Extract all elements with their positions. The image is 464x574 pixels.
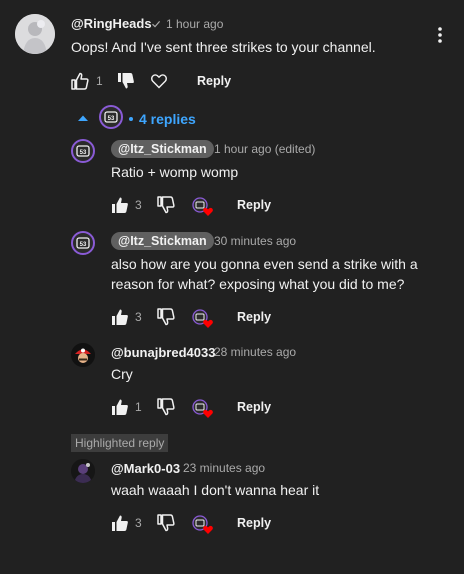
- reply-author[interactable]: @Itz_Stickman: [111, 232, 214, 250]
- creator-heart-icon[interactable]: [191, 398, 215, 420]
- like-icon[interactable]: [110, 307, 130, 327]
- reply-text: Ratio + womp womp: [111, 164, 239, 180]
- creator-heart-icon[interactable]: [191, 196, 215, 218]
- reply-time[interactable]: 23 minutes ago: [183, 461, 265, 475]
- reply-button[interactable]: Reply: [197, 74, 231, 88]
- bunajbred-avatar[interactable]: [71, 343, 95, 367]
- comment-time[interactable]: 1 hour ago: [166, 17, 223, 31]
- svg-text:53: 53: [80, 150, 87, 156]
- more-options-icon[interactable]: [432, 26, 448, 44]
- reply-time[interactable]: 30 minutes ago: [214, 234, 296, 248]
- mark0-03-avatar[interactable]: [71, 459, 95, 483]
- svg-text:53: 53: [108, 116, 115, 122]
- dislike-icon[interactable]: [116, 71, 136, 91]
- reply-button[interactable]: Reply: [237, 310, 271, 324]
- comment-text: Oops! And I've sent three strikes to you…: [71, 39, 376, 55]
- highlighted-reply-badge: Highlighted reply: [71, 434, 169, 452]
- dislike-icon[interactable]: [156, 513, 176, 533]
- creator-heart-icon[interactable]: [191, 308, 215, 330]
- reply-author[interactable]: @bunajbred4033: [111, 345, 215, 360]
- heart-icon[interactable]: [150, 72, 168, 90]
- reply-button[interactable]: Reply: [237, 516, 271, 530]
- dislike-icon[interactable]: [156, 397, 176, 417]
- reply-button[interactable]: Reply: [237, 400, 271, 414]
- creator-avatar: 53: [99, 105, 123, 129]
- like-count: 1: [135, 400, 142, 414]
- like-icon[interactable]: [110, 397, 130, 417]
- like-count: 3: [135, 198, 142, 212]
- toggle-dot: [129, 117, 133, 121]
- like-count: 3: [135, 310, 142, 324]
- like-count: 3: [135, 516, 142, 530]
- comment-author[interactable]: @RingHeads: [71, 16, 152, 31]
- reply-text: Cry: [111, 366, 133, 382]
- like-icon[interactable]: [70, 71, 90, 91]
- itz-stickman-avatar[interactable]: 53: [71, 231, 95, 255]
- caret-up-icon[interactable]: [77, 113, 89, 123]
- dislike-icon[interactable]: [156, 307, 176, 327]
- replies-count[interactable]: 4 replies: [139, 111, 196, 127]
- svg-text:53: 53: [80, 242, 87, 248]
- itz-stickman-avatar[interactable]: 53: [71, 139, 95, 163]
- verified-check-icon: [151, 19, 161, 29]
- ringheads-avatar[interactable]: [15, 14, 55, 54]
- reply-time[interactable]: 1 hour ago (edited): [214, 142, 315, 156]
- dislike-icon[interactable]: [156, 195, 176, 215]
- like-icon[interactable]: [110, 513, 130, 533]
- reply-author[interactable]: @Mark0-03: [111, 461, 180, 476]
- like-count: 1: [96, 74, 103, 88]
- reply-text: also how are you gonna even send a strik…: [111, 256, 418, 292]
- reply-author[interactable]: @Itz_Stickman: [111, 140, 214, 158]
- creator-heart-icon[interactable]: [191, 514, 215, 536]
- reply-time[interactable]: 28 minutes ago: [214, 345, 296, 359]
- like-icon[interactable]: [110, 195, 130, 215]
- reply-button[interactable]: Reply: [237, 198, 271, 212]
- reply-text: waah waaah I don't wanna hear it: [111, 482, 320, 498]
